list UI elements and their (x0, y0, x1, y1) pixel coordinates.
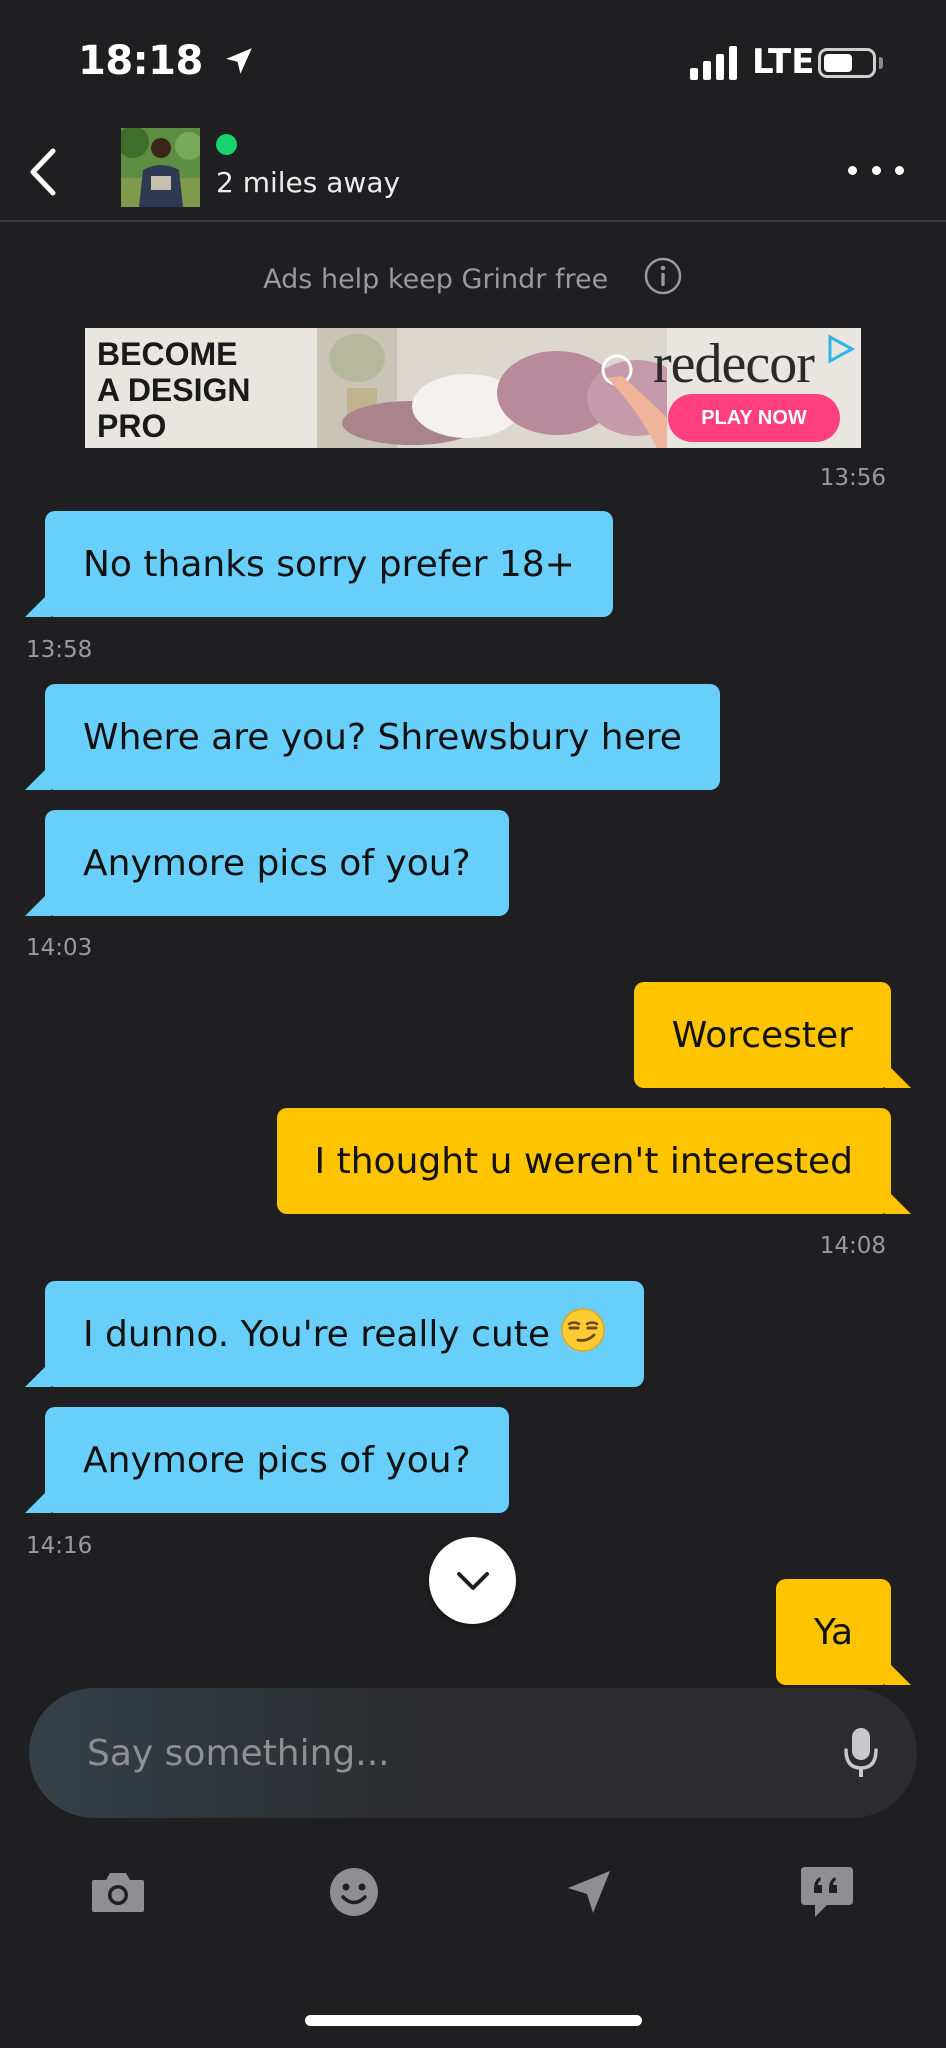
message-text: Anymore pics of you? (83, 842, 471, 884)
incoming-message[interactable]: Anymore pics of you? (25, 1407, 509, 1513)
message-text: Anymore pics of you? (83, 1439, 471, 1481)
ad-headline-line: BECOME (97, 336, 238, 372)
saved-phrases-button[interactable] (795, 1860, 859, 1924)
incoming-message[interactable]: I dunno. You're really cute (24, 1281, 645, 1387)
ad-image (317, 328, 667, 448)
message-text: Where are you? Shrewsbury here (83, 716, 682, 758)
message-text: I thought u weren't interested (314, 1140, 853, 1182)
ads-note: Ads help keep Grindr free (0, 256, 946, 303)
battery-nub (879, 57, 883, 69)
ads-note-text: Ads help keep Grindr free (263, 264, 609, 295)
status-time: 18:18 (78, 38, 256, 84)
home-indicator[interactable] (305, 2015, 642, 2026)
info-icon[interactable] (643, 256, 683, 303)
cellular-signal-icon (690, 46, 737, 80)
ad-choices-icon[interactable] (825, 334, 855, 364)
more-dot-icon (895, 165, 904, 175)
message-text: Ya (813, 1611, 853, 1653)
profile-avatar[interactable] (121, 128, 200, 207)
incoming-message[interactable]: Anymore pics of you? (25, 810, 509, 916)
scroll-to-bottom-button[interactable] (429, 1537, 516, 1624)
more-dot-icon (871, 165, 881, 175)
saved-phrases-icon (801, 1867, 853, 1917)
message-timestamp: 13:58 (26, 637, 93, 663)
message-text: No thanks sorry prefer 18+ (83, 543, 575, 585)
message-timestamp: 14:03 (26, 935, 93, 961)
incoming-message[interactable]: No thanks sorry prefer 18+ (25, 511, 613, 617)
more-options-button[interactable] (848, 160, 904, 180)
ad-brand: redecor (653, 333, 815, 395)
outgoing-message[interactable]: I thought u weren't interested (276, 1108, 912, 1214)
location-icon (568, 1871, 610, 1913)
incoming-message[interactable]: Where are you? Shrewsbury here (25, 684, 720, 790)
ad-headline-line: PRO (97, 408, 167, 444)
smirk-emoji-icon (560, 1307, 606, 1362)
camera-icon (92, 1873, 144, 1912)
ad-banner[interactable]: BECOME A DESIGN PRO redecor PLAY NOW (85, 328, 861, 448)
ad-headline: BECOME A DESIGN PRO (97, 336, 251, 444)
location-services-icon (226, 48, 253, 74)
send-location-button[interactable] (557, 1860, 621, 1924)
message-text: Worcester (671, 1014, 853, 1056)
message-timestamp: 13:56 (819, 465, 886, 491)
camera-button[interactable] (86, 1860, 150, 1924)
network-type: LTE (752, 42, 815, 82)
profile-distance: 2 miles away (216, 166, 401, 199)
microphone-button[interactable] (843, 1726, 879, 1784)
chat-header: 2 miles away (0, 120, 946, 222)
outgoing-message[interactable]: Ya (775, 1579, 912, 1685)
avatar-photo (121, 128, 200, 207)
chevron-left-icon (30, 148, 56, 196)
chat-toolbar (0, 1860, 946, 1930)
online-status-indicator (216, 134, 237, 155)
microphone-icon (844, 1728, 878, 1777)
chevron-down-icon (456, 1571, 489, 1590)
back-button[interactable] (18, 142, 66, 202)
message-timestamp: 14:08 (819, 1233, 886, 1259)
message-timestamp: 14:16 (26, 1533, 93, 1559)
more-dot-icon (848, 165, 857, 175)
ad-play-now-button[interactable]: PLAY NOW (668, 394, 840, 442)
emoji-button[interactable] (322, 1860, 386, 1924)
status-time-text: 18:18 (78, 38, 203, 84)
message-input[interactable] (87, 1688, 787, 1818)
outgoing-message[interactable]: Worcester (633, 982, 912, 1088)
message-text: I dunno. You're really cute (83, 1313, 551, 1355)
battery-icon (818, 48, 876, 78)
ad-headline-line: A DESIGN (97, 372, 251, 408)
emoji-icon (330, 1868, 378, 1916)
status-bar: 18:18 LTE (0, 0, 946, 120)
message-composer (29, 1688, 917, 1818)
